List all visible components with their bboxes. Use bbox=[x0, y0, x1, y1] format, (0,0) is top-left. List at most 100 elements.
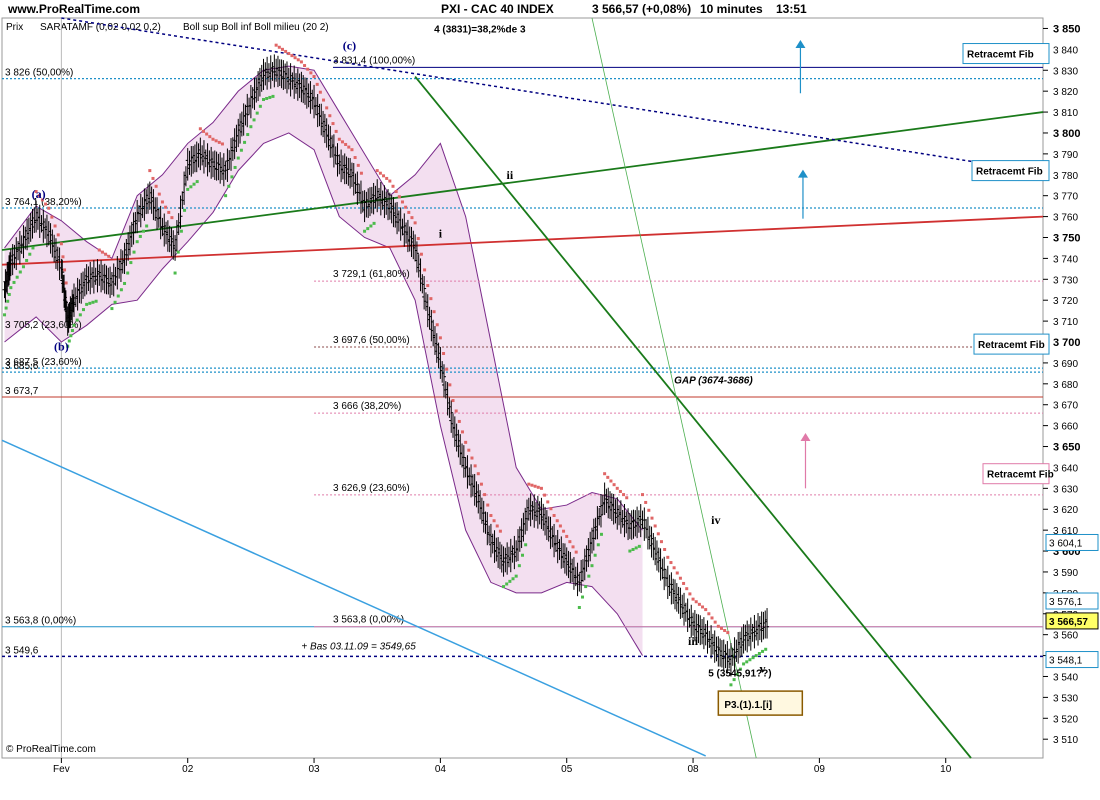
sar-dot-down bbox=[691, 597, 695, 601]
chart-canvas: www.ProRealTime.com PXI - CAC 40 INDEX 3 5… bbox=[1, 2, 1099, 775]
wave-label: (b) bbox=[54, 339, 69, 353]
sar-dot-down bbox=[400, 200, 404, 204]
sar-dot-down bbox=[104, 252, 108, 256]
sar-dot-down bbox=[274, 43, 278, 47]
sar-dot-up bbox=[31, 246, 35, 250]
sar-dot-down bbox=[315, 82, 319, 86]
sar-dot-down bbox=[59, 242, 63, 246]
copyright: © ProRealTime.com bbox=[6, 744, 96, 755]
retracement-box-label: Retracemt Fib bbox=[967, 50, 1034, 61]
annotation-bas: + Bas 03.11.09 = 3549,65 bbox=[301, 641, 416, 652]
sar-dot-down bbox=[56, 233, 60, 237]
price-tag-label: 3 548,1 bbox=[1049, 656, 1083, 667]
sar-dot-down bbox=[606, 475, 610, 479]
fib-label: 3 697,6 (50,00%) bbox=[333, 335, 410, 346]
sar-dot-down bbox=[328, 114, 332, 118]
sar-dot-down bbox=[653, 524, 657, 528]
sar-dot-down bbox=[382, 174, 386, 178]
sar-dot-down bbox=[160, 200, 164, 204]
sar-dot-down bbox=[388, 179, 392, 183]
price-tag-label: 3 604,1 bbox=[1049, 538, 1083, 549]
sar-dot-up bbox=[135, 240, 139, 244]
sar-dot-up bbox=[239, 148, 243, 152]
sar-dot-down bbox=[378, 171, 382, 175]
sar-dot-down bbox=[473, 464, 477, 468]
sar-dot-up bbox=[179, 229, 183, 233]
wave-label: (c) bbox=[343, 38, 356, 52]
sar-dot-down bbox=[685, 587, 689, 591]
sar-dot-down bbox=[489, 514, 493, 518]
sar-dot-up bbox=[186, 187, 190, 191]
sar-dot-down bbox=[322, 98, 326, 102]
sar-dot-down bbox=[220, 142, 224, 146]
y-tick-label: 3 810 bbox=[1053, 108, 1078, 119]
sar-dot-down bbox=[723, 628, 727, 632]
sar-dot-up bbox=[631, 547, 635, 551]
sar-dot-down bbox=[495, 524, 499, 528]
y-tick-label: 3 530 bbox=[1053, 693, 1078, 704]
legend-sar: SARATAMF (0,02 0,02 0,2) bbox=[40, 22, 161, 33]
y-tick-label: 3 520 bbox=[1053, 714, 1078, 725]
sar-dot-down bbox=[669, 561, 673, 565]
sar-dot-up bbox=[183, 208, 187, 212]
sar-dot-up bbox=[599, 532, 603, 536]
wave-label: v bbox=[760, 661, 766, 675]
sar-dot-up bbox=[637, 544, 641, 548]
sar-dot-down bbox=[334, 129, 338, 133]
sar-dot-up bbox=[236, 156, 240, 160]
sar-dot-up bbox=[113, 300, 117, 304]
sar-dot-up bbox=[246, 133, 250, 137]
sar-dot-down bbox=[337, 137, 341, 141]
sar-dot-up bbox=[18, 270, 22, 274]
retracement-box-label: Retracemt Fib bbox=[978, 340, 1045, 351]
sar-dot-up bbox=[366, 227, 370, 231]
sar-dot-up bbox=[6, 299, 10, 303]
fib-label: 3 626,9 (23,60%) bbox=[333, 483, 410, 494]
sar-dot-up bbox=[224, 194, 228, 198]
sar-dot-down bbox=[211, 137, 215, 141]
sar-dot-down bbox=[170, 216, 174, 220]
sar-dot-up bbox=[192, 182, 196, 186]
level-label: 3 563,8 (0,00%) bbox=[5, 616, 76, 627]
sar-dot-up bbox=[227, 184, 231, 188]
y-tick-label: 3 510 bbox=[1053, 735, 1078, 746]
sar-dot-down bbox=[318, 90, 322, 94]
y-tick-label: 3 620 bbox=[1053, 505, 1078, 516]
sar-dot-down bbox=[479, 482, 483, 486]
sar-dot-down bbox=[50, 215, 54, 219]
sar-dot-down bbox=[483, 493, 487, 497]
y-tick-label: 3 740 bbox=[1053, 254, 1078, 265]
chart-window: www.ProRealTime.com PXI - CAC 40 INDEX 3 5… bbox=[0, 0, 1100, 800]
sar-dot-down bbox=[325, 106, 329, 110]
sar-dot-down bbox=[404, 205, 408, 209]
sar-dot-down bbox=[549, 507, 553, 511]
sar-dot-down bbox=[394, 190, 398, 194]
sar-dot-down bbox=[451, 399, 455, 403]
sar-dot-down bbox=[609, 479, 613, 483]
sar-dot-down bbox=[568, 540, 572, 544]
sar-dot-down bbox=[151, 176, 155, 180]
sar-dot-down bbox=[688, 592, 692, 596]
sar-dot-up bbox=[81, 308, 85, 312]
sar-dot-down bbox=[97, 248, 101, 252]
sar-dot-down bbox=[164, 205, 168, 209]
sar-dot-up bbox=[69, 334, 73, 338]
sar-dot-down bbox=[625, 496, 629, 500]
legend-bollinger: Boll sup Boll inf Boll milieu (20 2) bbox=[183, 22, 329, 33]
sar-dot-up bbox=[70, 329, 74, 333]
sar-dot-up bbox=[176, 250, 180, 254]
sar-dot-up bbox=[173, 271, 177, 275]
sar-dot-down bbox=[694, 600, 698, 604]
sar-dot-down bbox=[198, 127, 202, 131]
sar-dot-down bbox=[666, 555, 670, 559]
sar-dot-up bbox=[255, 111, 259, 115]
sar-dot-down bbox=[543, 493, 547, 497]
y-tick-label: 3 840 bbox=[1053, 45, 1078, 56]
sar-dot-down bbox=[277, 45, 281, 49]
sar-dot-down bbox=[719, 626, 723, 630]
y-tick-label: 3 710 bbox=[1053, 317, 1078, 328]
sar-dot-up bbox=[141, 229, 145, 233]
sar-dot-down bbox=[293, 56, 297, 60]
sar-dot-up bbox=[581, 595, 585, 599]
sar-dot-up bbox=[126, 271, 130, 275]
